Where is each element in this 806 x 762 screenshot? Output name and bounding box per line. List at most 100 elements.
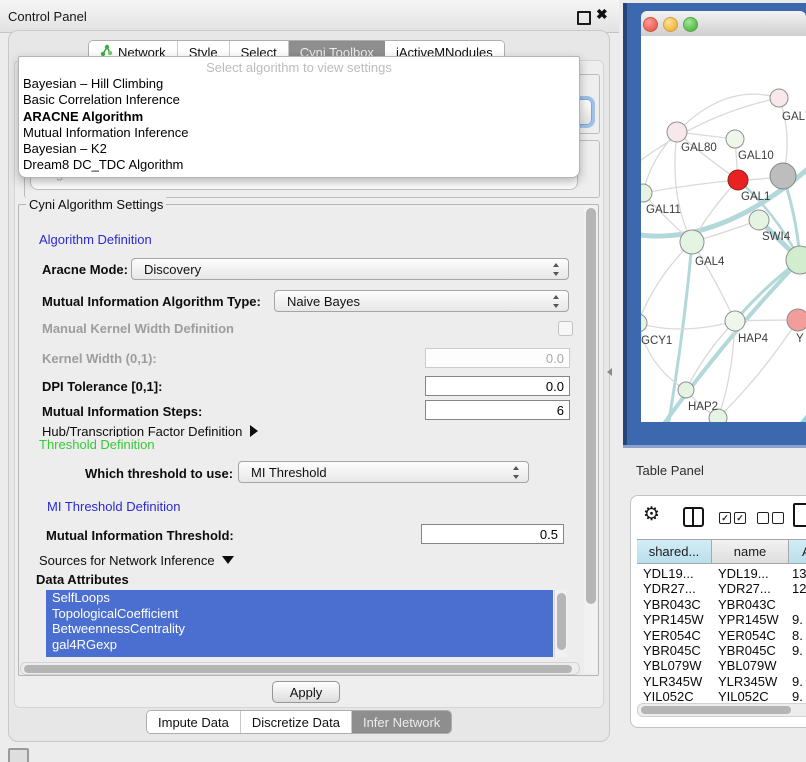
- table-cell[interactable]: YDR27...: [643, 581, 696, 596]
- table-cell[interactable]: YBR045C: [718, 643, 776, 658]
- network-edge[interactable]: [641, 321, 735, 329]
- mi-steps-field[interactable]: 6: [425, 400, 570, 420]
- tab-impute-data[interactable]: Impute Data: [147, 711, 241, 733]
- dpi-tolerance-field[interactable]: 0.0: [425, 376, 570, 396]
- table-row[interactable]: YLR345W YLR345W 9.: [631, 674, 806, 689]
- attributes-list-scrollbar[interactable]: [554, 590, 567, 657]
- algorithm-option[interactable]: Dream8 DC_TDC Algorithm: [23, 157, 575, 173]
- table-cell[interactable]: YER054C: [718, 628, 776, 643]
- attribute-list-item[interactable]: gal4RGexp: [46, 637, 553, 653]
- table-row[interactable]: YBR043C YBR043C: [631, 597, 806, 612]
- network-edge[interactable]: [692, 242, 735, 321]
- table-row[interactable]: YPR145W YPR145W 9.: [631, 612, 806, 627]
- which-threshold-select[interactable]: MI Threshold: [238, 461, 529, 483]
- settings-group-title: Cyni Algorithm Settings: [26, 197, 166, 212]
- algorithm-option[interactable]: Basic Correlation Inference: [23, 92, 575, 108]
- table-horizontal-scrollbar[interactable]: [637, 703, 806, 717]
- network-node-gal10[interactable]: [726, 130, 744, 148]
- algorithm-option[interactable]: Mutual Information Inference: [23, 125, 575, 141]
- manual-kernel-checkbox[interactable]: [558, 321, 573, 336]
- settings-vertical-scrollbar[interactable]: [584, 205, 597, 673]
- table-cell[interactable]: YPR145W: [643, 612, 704, 627]
- column-header-shared-name[interactable]: shared...: [637, 539, 712, 564]
- dropdown-placeholder: Select algorithm to view settings: [19, 60, 579, 75]
- network-canvas[interactable]: GAL7GAL80GAL10GAL1GAL11SWI4GAL4GCY1HAP4Y…: [641, 36, 806, 422]
- network-node-gal11[interactable]: [641, 184, 652, 202]
- algorithm-option[interactable]: Bayesian – Hill Climbing: [23, 76, 575, 92]
- table-cell[interactable]: YDL19...: [643, 566, 694, 581]
- attribute-list-item[interactable]: SelfLoops: [46, 590, 553, 606]
- scrollbar-thumb[interactable]: [641, 706, 791, 714]
- settings-horizontal-scrollbar[interactable]: [20, 662, 580, 675]
- scrollbar-thumb[interactable]: [586, 208, 596, 604]
- network-edge[interactable]: [686, 321, 735, 390]
- table-cell[interactable]: YLR345W: [718, 674, 777, 689]
- network-node[interactable]: [770, 163, 796, 189]
- table-row[interactable]: YBL079W YBL079W: [631, 658, 806, 673]
- table-cell[interactable]: 9.: [792, 612, 803, 627]
- table-cell[interactable]: 9.: [792, 643, 803, 658]
- column-header-third[interactable]: A: [789, 539, 806, 564]
- table-cell[interactable]: YDR27...: [718, 581, 771, 596]
- data-attributes-list[interactable]: SelfLoopsTopologicalCoefficientBetweenne…: [46, 590, 553, 657]
- table-cell[interactable]: 13: [792, 566, 806, 581]
- network-node-gal80[interactable]: [667, 122, 687, 142]
- network-node-gcy1[interactable]: [641, 314, 647, 332]
- network-node-swi4[interactable]: [749, 210, 769, 230]
- corner-widget[interactable]: [8, 748, 29, 762]
- algorithm-option[interactable]: ARACNE Algorithm: [23, 109, 575, 125]
- table-cell[interactable]: YLR345W: [643, 674, 702, 689]
- table-row[interactable]: YDL19... YDL19... 13: [631, 566, 806, 581]
- kernel-width-field[interactable]: 0.0: [425, 348, 570, 368]
- table-cell[interactable]: YER054C: [643, 628, 701, 643]
- sources-group-title[interactable]: Sources for Network Inference: [36, 553, 237, 568]
- network-node-gal4[interactable]: [680, 230, 704, 254]
- table-cell[interactable]: 9.: [792, 674, 803, 689]
- close-traffic-light-icon[interactable]: [643, 17, 658, 32]
- panel-splitter-arrow-icon[interactable]: [607, 368, 612, 376]
- tab-infer-network[interactable]: Infer Network: [352, 711, 451, 733]
- network-edge[interactable]: [643, 180, 738, 193]
- table-cell[interactable]: YBL079W: [643, 658, 702, 673]
- select-all-columns-icon[interactable]: ✓✓: [719, 512, 749, 530]
- deselect-all-columns-icon[interactable]: [757, 512, 787, 530]
- columns-icon[interactable]: [683, 507, 704, 527]
- network-edge[interactable]: [751, 396, 806, 422]
- attribute-list-item[interactable]: TopologicalCoefficient: [46, 606, 553, 622]
- aracne-mode-select[interactable]: Discovery: [131, 258, 569, 280]
- network-node-gal1[interactable]: [728, 170, 748, 190]
- mi-threshold-label: Mutual Information Threshold:: [46, 528, 234, 543]
- table-cell[interactable]: YBR043C: [718, 597, 776, 612]
- float-window-icon[interactable]: [577, 11, 591, 25]
- network-node-y[interactable]: [787, 309, 806, 331]
- apply-button[interactable]: Apply: [272, 681, 340, 703]
- document-icon[interactable]: [793, 503, 806, 527]
- table-row[interactable]: YBR045C YBR045C 9.: [631, 643, 806, 658]
- scrollbar-thumb[interactable]: [24, 665, 572, 673]
- table-cell[interactable]: 12: [792, 581, 806, 596]
- close-icon[interactable]: ✖: [596, 6, 608, 23]
- minimize-traffic-light-icon[interactable]: [663, 17, 678, 32]
- table-cell[interactable]: YBR043C: [643, 597, 701, 612]
- algorithm-option[interactable]: Bayesian – K2: [23, 141, 575, 157]
- table-panel-title: Table Panel: [636, 463, 704, 478]
- network-node-hap2[interactable]: [678, 382, 694, 398]
- table-cell[interactable]: YBL079W: [718, 658, 777, 673]
- gear-icon[interactable]: ⚙: [643, 503, 660, 526]
- mi-threshold-field[interactable]: 0.5: [421, 524, 564, 544]
- table-cell[interactable]: YDL19...: [718, 566, 769, 581]
- table-cell[interactable]: YPR145W: [718, 612, 779, 627]
- scrollbar-thumb[interactable]: [557, 593, 566, 650]
- attribute-list-item[interactable]: BetweennessCentrality: [46, 621, 553, 637]
- table-row[interactable]: YDR27... YDR27... 12: [631, 581, 806, 596]
- zoom-traffic-light-icon[interactable]: [683, 17, 698, 32]
- tab-discretize-data[interactable]: Discretize Data: [241, 711, 352, 733]
- table-cell[interactable]: 8.: [792, 628, 803, 643]
- mi-type-select[interactable]: Naive Bayes: [274, 290, 569, 312]
- column-header-name[interactable]: name: [712, 539, 789, 564]
- network-node-gal7[interactable]: [770, 89, 788, 107]
- network-node-hap4[interactable]: [725, 311, 745, 331]
- tab-label: Infer Network: [363, 715, 440, 730]
- table-row[interactable]: YER054C YER054C 8.: [631, 628, 806, 643]
- table-cell[interactable]: YBR045C: [643, 643, 701, 658]
